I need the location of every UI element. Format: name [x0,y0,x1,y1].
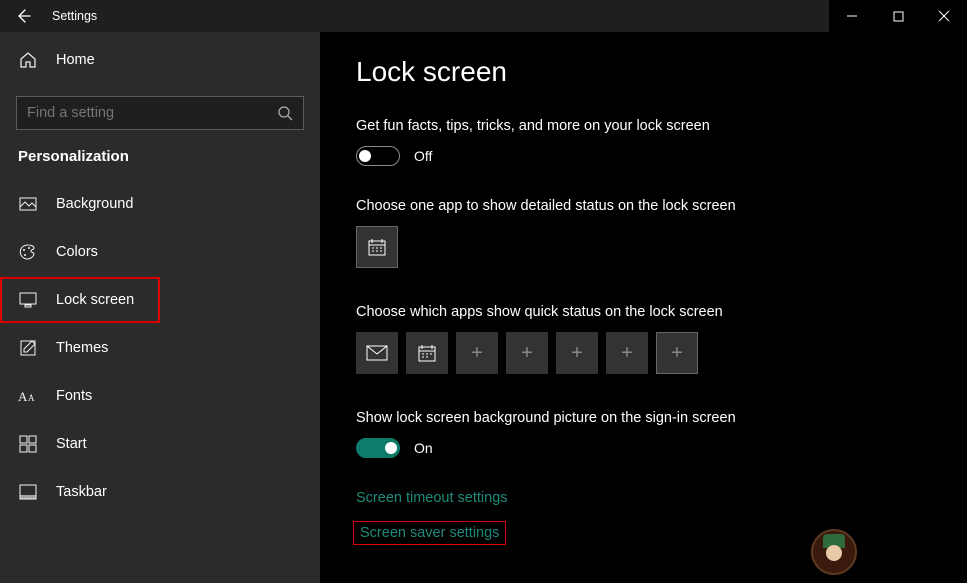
calendar-icon [417,343,437,363]
window-controls [829,0,967,32]
mail-icon [366,345,388,361]
search-input[interactable] [27,105,277,121]
show-bg-toggle[interactable] [356,438,400,458]
sidebar-item-label: Themes [56,340,108,356]
fun-facts-toggle[interactable] [356,146,400,166]
show-bg-state: On [414,440,433,456]
picture-icon [18,194,38,214]
maximize-icon [893,11,904,22]
fun-facts-state: Off [414,148,432,164]
sidebar-item-fonts[interactable]: AA Fonts [0,373,320,419]
search-box[interactable] [16,96,304,130]
quick-status-tile-add-1[interactable]: + [456,332,498,374]
close-icon [938,10,950,22]
screen-timeout-link[interactable]: Screen timeout settings [356,490,931,506]
avatar-decoration [811,529,857,575]
quick-status-tile-add-4[interactable]: + [606,332,648,374]
minimize-icon [846,10,858,22]
fun-facts-heading: Get fun facts, tips, tricks, and more on… [356,118,931,134]
quick-status-tile-add-5[interactable]: + [656,332,698,374]
sidebar: Home Personalization Background Colors [0,32,320,583]
palette-icon [18,242,38,262]
taskbar-icon [18,482,38,502]
screen-saver-link[interactable]: Screen saver settings [356,524,503,542]
home-icon [18,50,38,70]
svg-text:A: A [18,389,28,404]
sidebar-item-background[interactable]: Background [0,181,320,227]
window-title: Settings [46,9,829,23]
page-title: Lock screen [356,56,931,88]
close-button[interactable] [921,0,967,32]
plus-icon: + [471,342,483,365]
quick-status-tile-mail[interactable] [356,332,398,374]
sidebar-item-label: Start [56,436,87,452]
show-bg-heading: Show lock screen background picture on t… [356,410,931,426]
sidebar-item-label: Colors [56,244,98,260]
sidebar-item-label: Lock screen [56,292,134,308]
sidebar-item-label: Background [56,196,133,212]
detailed-status-app-tile[interactable] [356,226,398,268]
main-content: Lock screen Get fun facts, tips, tricks,… [320,32,967,583]
maximize-button[interactable] [875,0,921,32]
sidebar-item-taskbar[interactable]: Taskbar [0,469,320,515]
search-icon [277,105,293,121]
title-bar: Settings [0,0,967,32]
sidebar-item-colors[interactable]: Colors [0,229,320,275]
detailed-status-heading: Choose one app to show detailed status o… [356,198,931,214]
sidebar-item-themes[interactable]: Themes [0,325,320,371]
sidebar-item-start[interactable]: Start [0,421,320,467]
sidebar-item-label: Fonts [56,388,92,404]
quick-status-tile-calendar[interactable] [406,332,448,374]
arrow-left-icon [15,8,31,24]
quick-status-tile-add-3[interactable]: + [556,332,598,374]
plus-icon: + [521,342,533,365]
sidebar-item-lock-screen[interactable]: Lock screen [0,277,160,323]
plus-icon: + [671,342,683,365]
plus-icon: + [621,342,633,365]
minimize-button[interactable] [829,0,875,32]
themes-icon [18,338,38,358]
quick-status-tile-add-2[interactable]: + [506,332,548,374]
plus-icon: + [571,342,583,365]
start-icon [18,434,38,454]
fonts-icon: AA [18,386,38,406]
quick-status-heading: Choose which apps show quick status on t… [356,304,931,320]
back-button[interactable] [0,0,46,32]
section-heading: Personalization [0,144,320,179]
home-nav[interactable]: Home [0,38,320,82]
lock-screen-icon [18,290,38,310]
calendar-icon [367,237,387,257]
home-label: Home [56,52,95,68]
svg-text:A: A [28,393,35,403]
sidebar-item-label: Taskbar [56,484,107,500]
